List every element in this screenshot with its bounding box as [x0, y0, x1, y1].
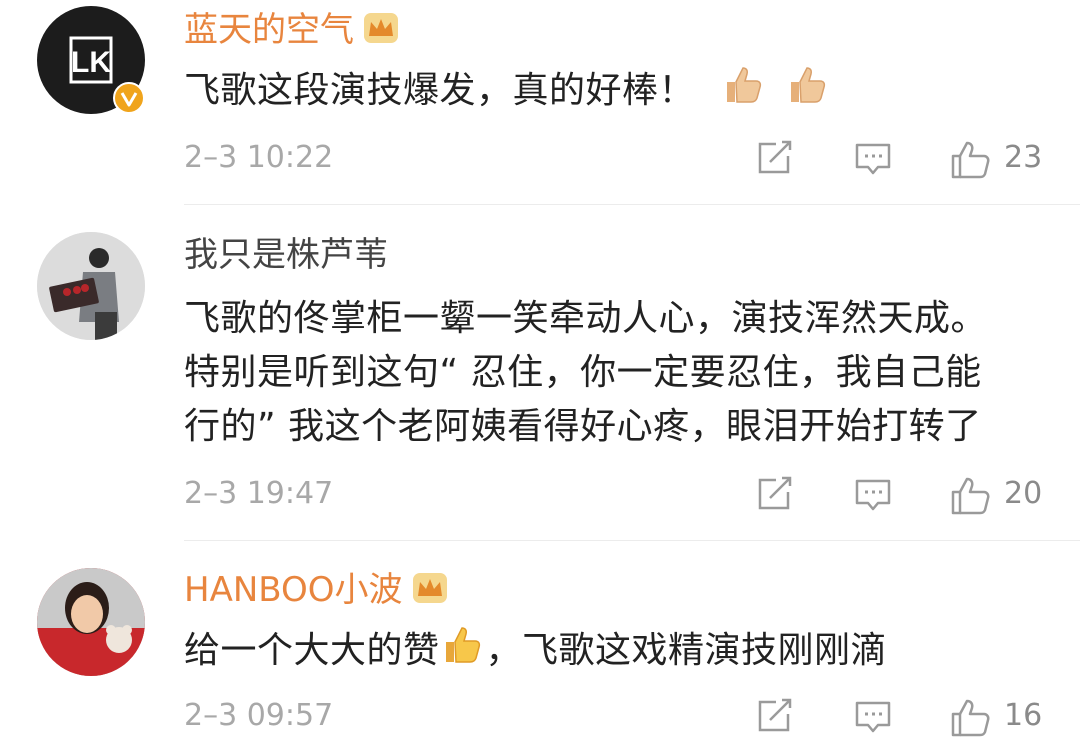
- person-photo-icon: [37, 232, 145, 340]
- avatar[interactable]: LK: [37, 6, 145, 114]
- thumbs-up-emoji: [440, 622, 486, 684]
- child-photo-icon: [37, 568, 145, 676]
- comment-text: 飞歌这段演技爆发，真的好棒！: [184, 62, 1054, 124]
- share-icon[interactable]: [756, 140, 794, 180]
- avatar[interactable]: [37, 568, 145, 676]
- like-icon[interactable]: [950, 698, 992, 742]
- reply-icon[interactable]: [854, 698, 892, 740]
- like-icon[interactable]: [950, 476, 992, 520]
- like-count: 16: [1004, 698, 1043, 733]
- timestamp: 2–3 09:57: [184, 698, 334, 733]
- divider: [184, 204, 1080, 205]
- timestamp: 2–3 19:47: [184, 476, 334, 511]
- reply-icon[interactable]: [854, 476, 892, 518]
- comment-meta: 2–3 10:22 23: [184, 138, 1044, 180]
- svg-text:LK: LK: [71, 46, 111, 79]
- share-icon[interactable]: [756, 698, 794, 738]
- username[interactable]: HANBOO小波: [184, 570, 449, 614]
- username[interactable]: 我只是株芦苇: [184, 235, 388, 275]
- comment-text: 飞歌的佟掌柜一颦一笑牵动人心，演技浑然天成。 特别是听到这句“ 忍住，你一定要忍…: [184, 298, 988, 447]
- crown-icon: [362, 11, 400, 54]
- like-count: 20: [1004, 476, 1043, 511]
- like-icon[interactable]: [950, 140, 992, 184]
- share-icon[interactable]: [756, 476, 794, 516]
- crown-icon: [411, 571, 449, 614]
- comment-meta: 2–3 09:57 16: [184, 696, 1044, 738]
- thumbs-up-emoji: [721, 62, 767, 124]
- divider: [184, 540, 1080, 541]
- username[interactable]: 蓝天的空气: [184, 10, 400, 54]
- reply-icon[interactable]: [854, 140, 892, 182]
- timestamp: 2–3 10:22: [184, 140, 334, 175]
- thumbs-up-emoji: [785, 62, 831, 124]
- comment-text: 给一个大大的赞 ，飞歌这戏精演技刚刚滴: [184, 622, 1054, 684]
- verified-badge-icon: [113, 82, 145, 114]
- like-count: 23: [1004, 140, 1043, 175]
- avatar[interactable]: [37, 232, 145, 340]
- comment-meta: 2–3 19:47 20: [184, 474, 1044, 516]
